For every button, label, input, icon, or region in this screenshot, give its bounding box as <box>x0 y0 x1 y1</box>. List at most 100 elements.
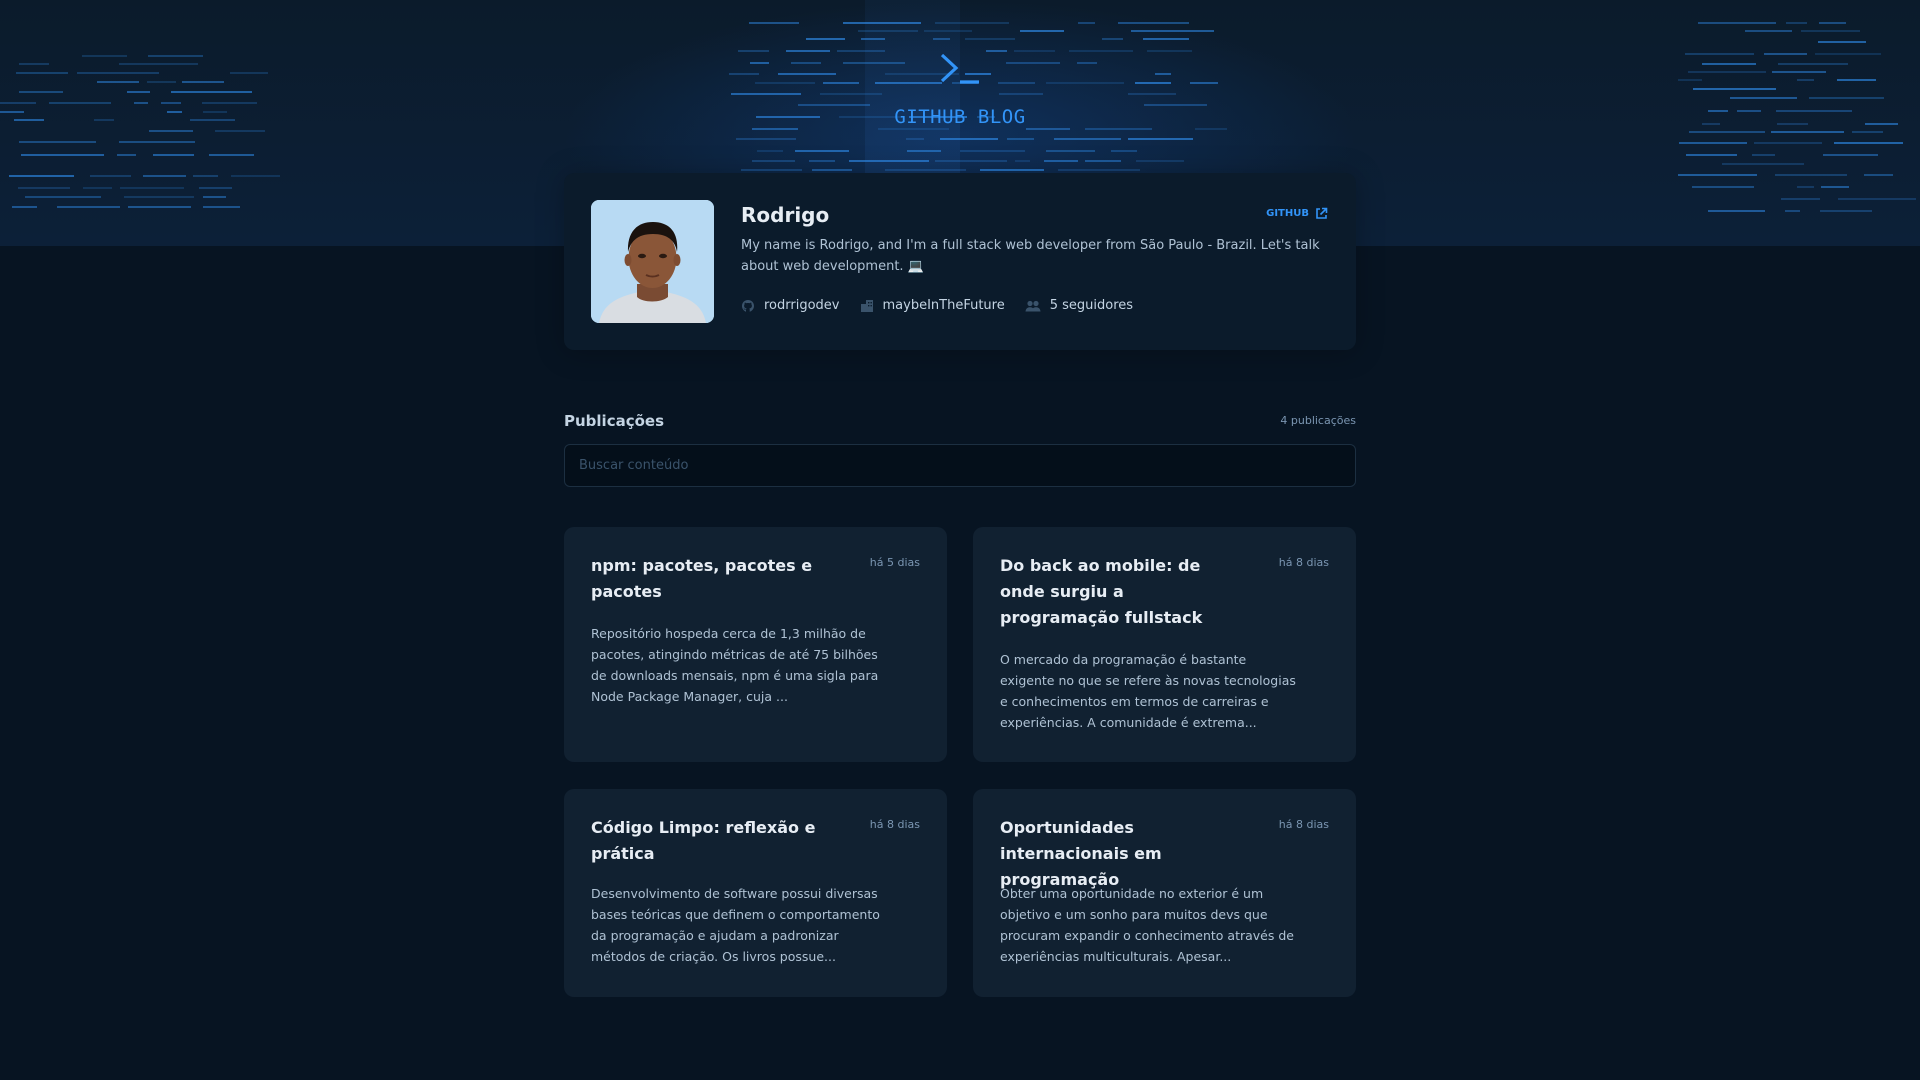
code-dash <box>18 187 70 189</box>
code-dash <box>199 187 232 189</box>
code-dash <box>134 102 148 104</box>
code-dash <box>1864 174 1893 176</box>
code-dash <box>1078 22 1095 24</box>
code-dash <box>12 206 37 208</box>
profile-info-row: rodrrigodev maybeInTheFuture 5 seguidore… <box>741 298 1133 313</box>
code-dash <box>215 130 265 132</box>
code-dash <box>1809 97 1884 99</box>
username-label: rodrrigodev <box>764 298 840 313</box>
post-title: Do back ao mobile: de onde surgiu a prog… <box>1000 556 1203 627</box>
code-dash <box>1823 154 1878 156</box>
code-dash <box>19 141 96 143</box>
post-card-2[interactable]: Do back ao mobile: de onde surgiu a prog… <box>973 527 1356 762</box>
code-dash <box>749 22 799 24</box>
code-dash <box>1111 150 1137 152</box>
code-dash <box>806 38 845 40</box>
code-dash <box>1754 142 1822 144</box>
code-dash <box>25 196 101 198</box>
code-dash <box>147 81 176 83</box>
code-dash <box>940 138 998 140</box>
code-dash <box>906 138 924 140</box>
brand-title: GITHUB BLOG <box>894 106 1026 128</box>
code-dash <box>1837 79 1876 81</box>
code-dash <box>1678 174 1757 176</box>
code-dash <box>795 150 849 152</box>
code-dash <box>82 55 127 57</box>
code-dash <box>1678 79 1702 81</box>
post-card-1[interactable]: npm: pacotes, pacotes e pacotes há 5 dia… <box>564 527 947 762</box>
code-dash <box>1020 30 1064 32</box>
post-excerpt: Repositório hospeda cerca de 1,3 milhão … <box>591 626 879 704</box>
code-dash <box>849 160 929 162</box>
code-dash <box>736 138 796 140</box>
code-dash <box>755 82 815 84</box>
code-dash <box>182 81 224 83</box>
code-dash <box>965 38 1015 40</box>
post-card-4[interactable]: Oportunidades internacionais em programa… <box>973 789 1356 997</box>
code-dash <box>1772 71 1826 73</box>
search-input[interactable] <box>564 444 1356 487</box>
post-date: há 8 dias <box>1278 556 1329 569</box>
code-dash <box>203 196 226 198</box>
code-dash <box>741 169 802 171</box>
post-date: há 8 dias <box>869 818 920 831</box>
code-dash <box>1775 174 1847 176</box>
code-dash <box>843 22 921 24</box>
code-dash <box>1046 82 1124 84</box>
company-label: maybeInTheFuture <box>882 298 1005 313</box>
code-dash <box>752 160 795 162</box>
code-dash <box>1190 82 1218 84</box>
code-dash <box>19 63 49 65</box>
code-dash <box>1007 138 1034 140</box>
code-dash <box>1131 30 1214 32</box>
code-dash <box>209 154 254 156</box>
code-dash <box>731 93 801 95</box>
code-dash <box>1702 63 1756 65</box>
code-dash <box>202 102 257 104</box>
code-dash <box>1785 210 1800 212</box>
code-dash <box>935 22 1009 24</box>
building-icon <box>860 299 873 312</box>
post-card-3[interactable]: Código Limpo: reflexão e prática há 8 di… <box>564 789 947 997</box>
terminal-prompt-icon <box>940 53 979 84</box>
code-dash <box>1135 82 1171 84</box>
post-excerpt: Desenvolvimento de software possui diver… <box>591 886 880 964</box>
code-dash <box>878 128 949 130</box>
code-dash <box>124 196 194 198</box>
code-dash <box>1054 138 1121 140</box>
code-dash <box>1014 50 1055 52</box>
github-icon <box>742 299 754 312</box>
post-excerpt: Obter uma oportunidade no exterior é um … <box>1000 886 1294 964</box>
code-dash <box>1102 38 1123 40</box>
code-dash <box>21 154 104 156</box>
code-dash <box>1006 62 1060 64</box>
code-dash <box>812 169 852 171</box>
external-link-icon <box>1316 207 1328 219</box>
github-link-label: GITHUB <box>1266 208 1309 219</box>
code-dash <box>750 62 769 64</box>
code-dash <box>1834 142 1903 144</box>
code-dash <box>9 175 74 177</box>
company-info: maybeInTheFuture <box>860 298 1005 313</box>
code-dash <box>90 175 131 177</box>
code-dash <box>1686 154 1737 156</box>
code-dash <box>1821 186 1849 188</box>
code-dash <box>171 91 252 93</box>
code-dash <box>1085 128 1152 130</box>
code-dash <box>843 62 905 64</box>
code-dash <box>1815 53 1881 55</box>
code-dash <box>986 50 1007 52</box>
code-dash <box>77 72 159 74</box>
code-dash <box>738 50 769 52</box>
code-dash <box>1689 131 1765 133</box>
code-dash <box>729 73 759 75</box>
post-title: Código Limpo: reflexão e prática <box>591 818 816 863</box>
code-dash <box>203 206 240 208</box>
code-dash <box>1026 128 1070 130</box>
post-excerpt: O mercado da programação é bastante exig… <box>1000 652 1296 730</box>
code-dash <box>1745 30 1792 32</box>
code-dash <box>778 73 836 75</box>
github-link[interactable]: GITHUB <box>1266 207 1328 220</box>
code-dash <box>1838 198 1916 200</box>
code-dash <box>1698 22 1776 24</box>
